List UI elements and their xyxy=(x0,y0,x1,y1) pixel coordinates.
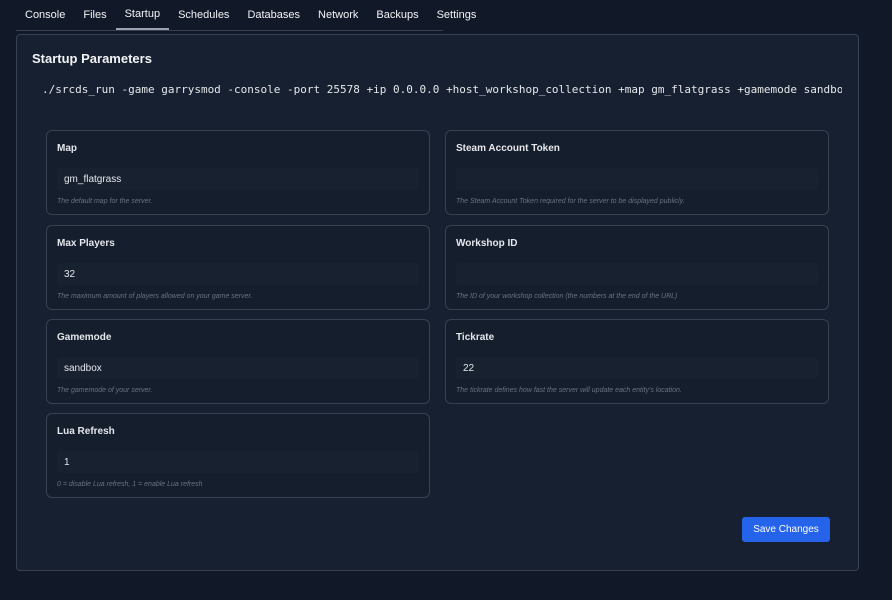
variable-card-workshop-id: Workshop ID The ID of your workshop coll… xyxy=(445,225,829,310)
workshop-id-input[interactable] xyxy=(456,263,818,285)
variable-help: The default map for the server. xyxy=(57,198,153,205)
variable-label: Gamemode xyxy=(57,332,112,343)
tab-settings[interactable]: Settings xyxy=(428,0,486,30)
variable-label: Tickrate xyxy=(456,332,495,343)
tab-startup[interactable]: Startup xyxy=(115,0,170,30)
variable-card-gamemode: Gamemode sandbox The gamemode of your se… xyxy=(46,319,430,404)
variable-help: 0 = disable Lua refresh, 1 = enable Lua … xyxy=(57,481,203,488)
max-players-input[interactable]: 32 xyxy=(57,263,419,285)
variable-card-map: Map gm_flatgrass The default map for the… xyxy=(46,130,430,215)
variable-help: The maximum amount of players allowed on… xyxy=(57,293,253,300)
tab-backups[interactable]: Backups xyxy=(367,0,427,30)
tab-network[interactable]: Network xyxy=(309,0,367,30)
save-changes-button[interactable]: Save Changes xyxy=(742,517,830,542)
panel-title: Startup Parameters xyxy=(32,51,152,66)
map-input[interactable]: gm_flatgrass xyxy=(57,168,419,190)
variable-card-steam-account-token: Steam Account Token The Steam Account To… xyxy=(445,130,829,215)
variable-label: Max Players xyxy=(57,238,115,249)
variable-help: The ID of your workshop collection (the … xyxy=(456,293,678,300)
variable-card-max-players: Max Players 32 The maximum amount of pla… xyxy=(46,225,430,310)
variable-help: The Steam Account Token required for the… xyxy=(456,198,685,205)
tickrate-input[interactable]: 22 xyxy=(456,357,818,379)
variable-label: Map xyxy=(57,143,77,154)
variable-label: Workshop ID xyxy=(456,238,518,249)
tab-databases[interactable]: Databases xyxy=(238,0,309,30)
gamemode-input[interactable]: sandbox xyxy=(57,357,419,379)
variable-help: The gamemode of your server. xyxy=(57,387,153,394)
tab-schedules[interactable]: Schedules xyxy=(169,0,238,30)
variable-card-lua-refresh: Lua Refresh 1 0 = disable Lua refresh, 1… xyxy=(46,413,430,498)
variable-label: Steam Account Token xyxy=(456,143,560,154)
tab-files[interactable]: Files xyxy=(74,0,115,30)
tab-bar: Console Files Startup Schedules Database… xyxy=(16,0,476,31)
startup-panel: Startup Parameters ./srcds_run -game gar… xyxy=(16,34,859,571)
tab-console[interactable]: Console xyxy=(16,0,74,30)
variable-label: Lua Refresh xyxy=(57,426,115,437)
variable-help: The tickrate defines how fast the server… xyxy=(456,387,682,394)
lua-refresh-input[interactable]: 1 xyxy=(57,451,419,473)
steam-account-token-input[interactable] xyxy=(456,168,818,190)
variable-card-tickrate: Tickrate 22 The tickrate defines how fas… xyxy=(445,319,829,404)
startup-command: ./srcds_run -game garrysmod -console -po… xyxy=(42,83,842,96)
